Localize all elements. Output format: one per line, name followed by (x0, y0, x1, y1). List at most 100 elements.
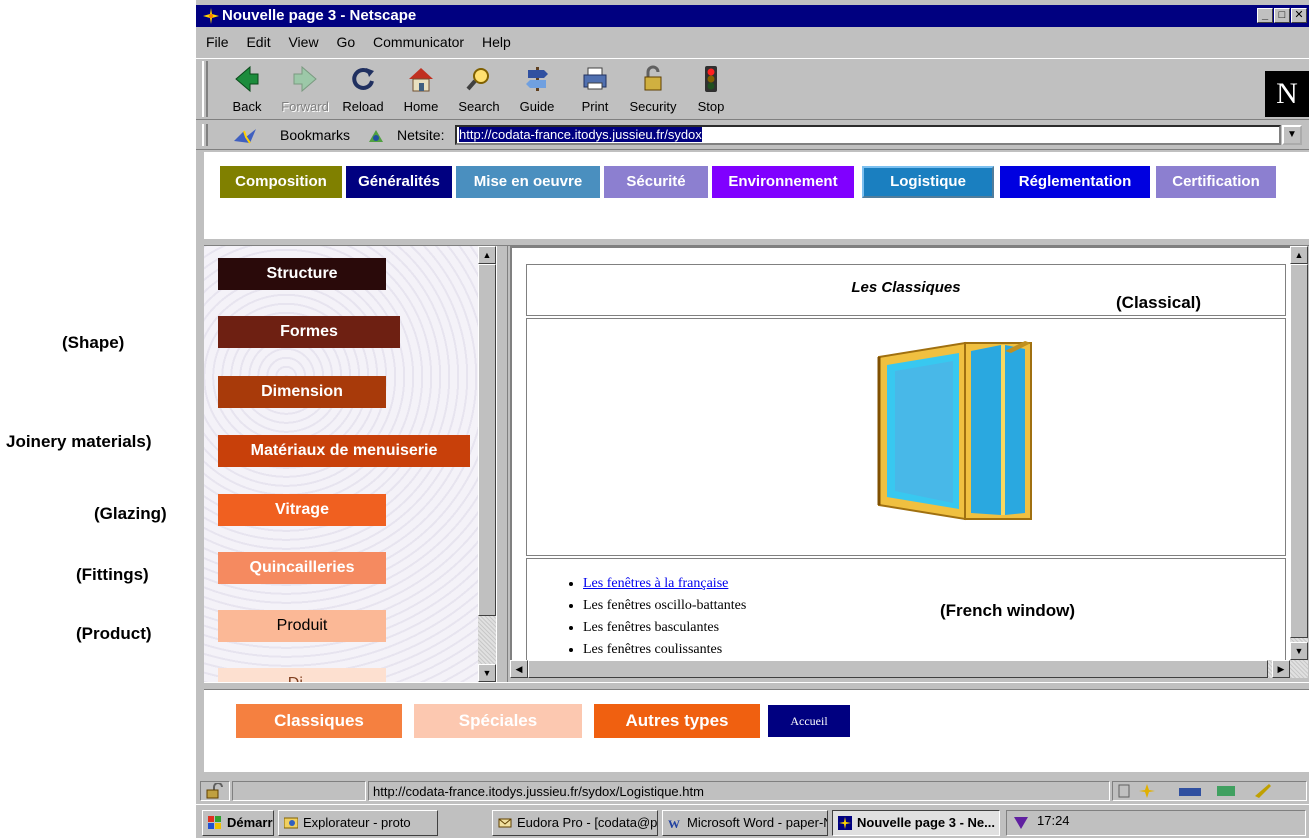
side-structure[interactable]: Structure (218, 258, 386, 290)
url-dropdown-button[interactable]: ▼ (1282, 125, 1302, 145)
task-word[interactable]: W Microsoft Word - paper-Ne... (662, 810, 828, 836)
url-text: http://codata-france.itodys.jussieu.fr/s… (459, 127, 702, 142)
nav-composition[interactable]: Composition (220, 166, 342, 198)
task-explorateur[interactable]: Explorateur - proto (278, 810, 438, 836)
word-icon: W (668, 817, 680, 830)
frame-divider-bottom[interactable] (204, 682, 1309, 690)
side-formes[interactable]: Formes (218, 316, 400, 348)
print-button[interactable]: Print (566, 65, 624, 121)
hscroll-thumb[interactable] (528, 660, 1268, 678)
nav-generalites[interactable]: Généralités (346, 166, 452, 198)
bookmarks-button[interactable]: Bookmarks (280, 127, 350, 143)
content-image-cell (526, 318, 1286, 556)
search-button[interactable]: Search (450, 65, 508, 121)
reload-label: Reload (342, 99, 384, 114)
annotation-joinery: Joinery materials) (6, 432, 152, 451)
windows-taskbar: Démarrer Explorateur - proto Eudora Pro … (196, 804, 1309, 838)
task-label: Explorateur - proto (303, 815, 411, 830)
status-bar: http://codata-france.itodys.jussieu.fr/s… (196, 780, 1309, 802)
menu-view[interactable]: View (288, 34, 318, 50)
menu-file[interactable]: File (206, 34, 229, 50)
task-netscape[interactable]: Nouvelle page 3 - Ne... (832, 810, 1000, 836)
bookmarks-icon (234, 129, 256, 144)
stop-button[interactable]: Stop (682, 65, 740, 121)
annotation-glazing: (Glazing) (94, 504, 167, 523)
minimize-button[interactable]: _ (1257, 8, 1273, 23)
home-button[interactable]: Home (392, 65, 450, 121)
side-nav-frame: Structure Formes Dimension Matériaux de … (204, 246, 478, 682)
frame-divider-vertical[interactable] (496, 246, 508, 682)
side-scroll-down-button[interactable]: ▼ (478, 664, 496, 682)
side-quincailleries[interactable]: Quincailleries (218, 552, 386, 584)
guide-label: Guide (519, 99, 555, 114)
guide-signpost-icon (526, 67, 548, 91)
bottom-accueil[interactable]: Accueil (768, 705, 850, 737)
url-input[interactable]: http://codata-france.itodys.jussieu.fr/s… (455, 125, 1281, 145)
back-button[interactable]: Back (218, 65, 276, 121)
progress-cell (232, 781, 366, 801)
side-scroll-thumb[interactable] (478, 264, 496, 616)
padlock-icon (644, 65, 662, 91)
annotation-shape: (Shape) (62, 333, 125, 352)
list-item: Les fenêtres basculantes (583, 617, 746, 639)
menu-communicator[interactable]: Communicator (373, 34, 464, 50)
bottom-nav-frame: Classiques Spéciales Autres types Accuei… (204, 690, 1309, 772)
side-dimension[interactable]: Dimension (218, 376, 386, 408)
frame-divider-top[interactable] (204, 238, 1309, 246)
eudora-icon (498, 818, 512, 828)
navigation-toolbar: Back Forward Reload Home Search Guide Pr… (196, 58, 1309, 120)
nav-reglementation[interactable]: Réglementation (1000, 166, 1150, 198)
main-scroll-thumb[interactable] (1290, 264, 1308, 638)
netscape-logo[interactable]: N (1265, 71, 1309, 117)
window-title: Nouvelle page 3 - Netscape (222, 7, 417, 24)
annotation-classical: (Classical) (1112, 293, 1206, 313)
start-label: Démarrer (227, 815, 273, 830)
side-produit[interactable]: Produit (218, 610, 386, 642)
task-label: Microsoft Word - paper-Ne... (687, 815, 827, 830)
hscroll-right-button[interactable]: ▶ (1272, 660, 1290, 678)
reload-button[interactable]: Reload (334, 65, 392, 121)
bottom-speciales[interactable]: Spéciales (414, 704, 582, 738)
nav-logistique[interactable]: Logistique (862, 166, 994, 198)
side-di[interactable]: Di... (218, 668, 386, 682)
nav-certification[interactable]: Certification (1156, 166, 1276, 198)
side-materiaux[interactable]: Matériaux de menuiserie (218, 435, 470, 467)
clock[interactable]: 17:24 (1037, 813, 1070, 828)
main-scroll-down-button[interactable]: ▼ (1290, 642, 1308, 660)
printer-icon (583, 67, 607, 90)
maximize-button[interactable]: □ (1274, 8, 1290, 23)
nav-mise-en-oeuvre[interactable]: Mise en oeuvre (456, 166, 600, 198)
bottom-autres-types[interactable]: Autres types (594, 704, 760, 738)
security-button[interactable]: Security (624, 65, 682, 121)
menu-help[interactable]: Help (482, 34, 511, 50)
nav-environnement[interactable]: Environnement (712, 166, 854, 198)
home-label: Home (403, 99, 439, 114)
side-vitrage[interactable]: Vitrage (218, 494, 386, 526)
task-label: Eudora Pro - [codata@pari... (517, 815, 658, 830)
print-label: Print (581, 99, 609, 114)
guide-button[interactable]: Guide (508, 65, 566, 121)
title-bar[interactable]: Nouvelle page 3 - Netscape _ □ ✕ (196, 5, 1309, 27)
menu-edit[interactable]: Edit (246, 34, 270, 50)
toolbar-grip[interactable] (202, 61, 208, 117)
forward-button[interactable]: Forward (276, 65, 334, 121)
list-item: Les fenêtres oscillo-battantes (583, 595, 746, 617)
list-item[interactable]: Les fenêtres à la française (583, 573, 746, 595)
bottom-classiques[interactable]: Classiques (236, 704, 402, 738)
security-status-cell[interactable] (200, 781, 230, 801)
system-tray: 17:24 (1006, 810, 1306, 836)
menu-go[interactable]: Go (336, 34, 355, 50)
stop-traffic-light-icon (705, 66, 717, 92)
task-eudora[interactable]: Eudora Pro - [codata@pari... (492, 810, 658, 836)
component-bar (1112, 781, 1307, 801)
start-button[interactable]: Démarrer (202, 810, 274, 836)
location-grip[interactable] (202, 124, 208, 146)
annotation-french-window: (French window) (940, 601, 1076, 620)
link-fenetres-francaise[interactable]: Les fenêtres à la française (583, 576, 728, 591)
hscroll-left-button[interactable]: ◀ (510, 660, 528, 678)
nav-securite[interactable]: Sécurité (604, 166, 708, 198)
close-button[interactable]: ✕ (1291, 8, 1307, 23)
tray-antivirus-icon[interactable] (1013, 816, 1029, 830)
main-scroll-up-button[interactable]: ▲ (1290, 246, 1308, 264)
side-scroll-up-button[interactable]: ▲ (478, 246, 496, 264)
